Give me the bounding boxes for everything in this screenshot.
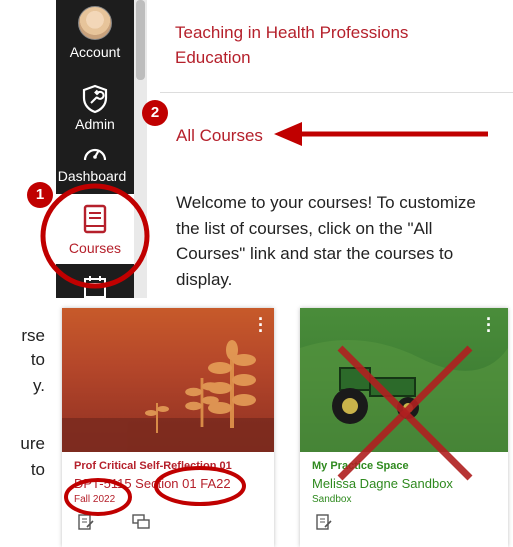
annotation-arrow-head xyxy=(274,122,302,146)
annotation-circle-courses xyxy=(40,183,150,289)
annotation-oval-term xyxy=(64,478,132,516)
annotation-badge-1: 1 xyxy=(27,182,53,208)
annotation-overlay xyxy=(40,122,488,516)
annotation-badge-2: 2 xyxy=(142,100,168,126)
annotation-oval-section xyxy=(154,466,246,506)
